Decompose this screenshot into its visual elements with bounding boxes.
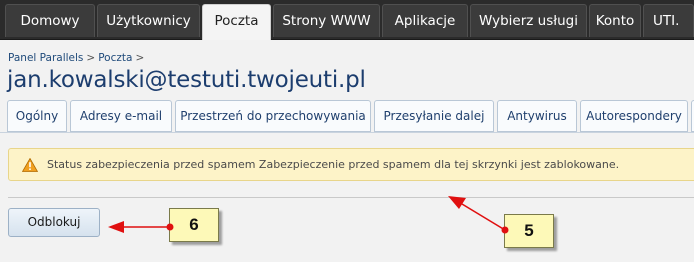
subtab-antivirus[interactable]: Antywirus <box>497 100 577 132</box>
nav-tab-account[interactable]: Konto <box>589 4 641 37</box>
content-area: Panel Parallels > Poczta > jan.kowalski@tes… <box>0 40 694 262</box>
unlock-button[interactable]: Odblokuj <box>8 208 100 237</box>
subtabs-baseline <box>0 132 694 133</box>
warning-text: Status zabezpieczenia przed spamem Zabez… <box>47 158 620 171</box>
warning-triangle-icon <box>22 158 38 172</box>
top-navigation: Domowy Użytkownicy Poczta Strony WWW Apl… <box>0 0 694 41</box>
subtab-autoresponders[interactable]: Autorespondery <box>580 100 688 132</box>
nav-tab-uti[interactable]: UTI. <box>643 4 694 37</box>
callout-5: 5 <box>504 214 554 248</box>
subtab-storage[interactable]: Przestrzeń do przechowywania <box>175 100 371 132</box>
warning-message: Status zabezpieczenia przed spamem Zabez… <box>8 148 694 181</box>
subtab-email-addresses[interactable]: Adresy e-mail <box>70 100 172 132</box>
breadcrumb-link-panel[interactable]: Panel Parallels <box>8 52 83 64</box>
page-title: jan.kowalski@testuti.twojeuti.pl <box>7 67 366 93</box>
breadcrumb: Panel Parallels > Poczta > <box>8 52 147 64</box>
nav-tab-applications[interactable]: Aplikacje <box>382 4 468 37</box>
divider <box>8 197 694 198</box>
nav-tab-home[interactable]: Domowy <box>5 4 95 37</box>
callout-6: 6 <box>169 208 219 242</box>
nav-tab-websites[interactable]: Strony WWW <box>273 4 380 37</box>
subtab-forwarding[interactable]: Przesyłanie dalej <box>374 100 494 132</box>
nav-tab-mail[interactable]: Poczta <box>202 4 271 41</box>
breadcrumb-separator: > <box>135 52 145 64</box>
breadcrumb-link-mail[interactable]: Poczta <box>98 52 132 64</box>
subtab-general[interactable]: Ogólny <box>7 100 67 132</box>
nav-tab-services[interactable]: Wybierz usługi <box>470 4 587 37</box>
nav-tab-users[interactable]: Użytkownicy <box>97 4 200 37</box>
breadcrumb-separator: > <box>86 52 96 64</box>
